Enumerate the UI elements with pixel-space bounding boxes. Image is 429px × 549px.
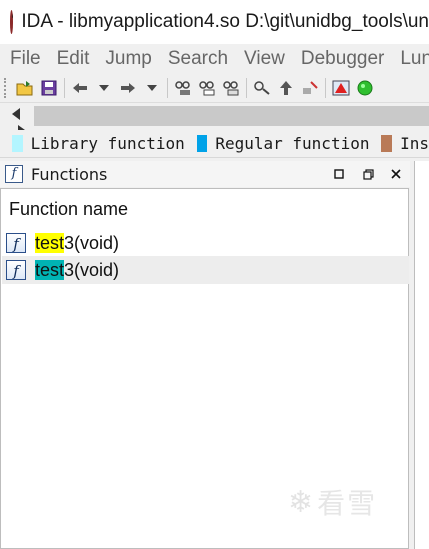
toolbar-separator <box>64 78 65 98</box>
legend-bar: Library function Regular function Ins <box>0 130 429 158</box>
toolbar-separator <box>167 78 168 98</box>
legend-swatch-library <box>12 135 23 152</box>
toolbar-separator <box>325 78 326 98</box>
menu-search[interactable]: Search <box>168 48 228 70</box>
up-icon[interactable] <box>277 79 295 97</box>
function-name: test3(void) <box>35 232 120 254</box>
open-icon[interactable] <box>16 79 34 97</box>
ida-logo-icon <box>10 10 14 34</box>
watermark: ❄ 看雪 <box>288 482 377 522</box>
function-row-selected[interactable]: f test3(void) <box>2 256 409 284</box>
text-search-icon[interactable] <box>198 79 216 97</box>
navigation-strip[interactable] <box>34 106 429 126</box>
function-row[interactable]: f test3(void) <box>2 229 409 257</box>
snowflake-icon: ❄ <box>288 485 314 519</box>
disassembly-view[interactable] <box>414 161 429 549</box>
title-bar: IDA - libmyapplication4.so D:\git\unidbg… <box>0 0 429 44</box>
function-icon: f <box>5 165 23 183</box>
search-highlight: test <box>35 232 65 253</box>
function-name-rest: 3(void) <box>64 232 120 253</box>
legend-label-library: Library function <box>30 134 185 153</box>
menu-file[interactable]: File <box>10 48 41 70</box>
dropdown-icon[interactable] <box>95 79 113 97</box>
legend-label-regular: Regular function <box>215 134 370 153</box>
restore-icon[interactable] <box>360 166 376 182</box>
run-icon[interactable] <box>356 79 374 97</box>
watermark-text: 看雪 <box>317 487 378 520</box>
menu-bar: File Edit Jump Search View Debugger Lun <box>0 44 429 74</box>
legend-swatch-regular <box>196 135 208 152</box>
panel-title: Functions <box>31 164 108 184</box>
dropdown-icon[interactable] <box>143 79 161 97</box>
search-highlight: test <box>35 259 65 280</box>
menu-edit[interactable]: Edit <box>57 48 90 70</box>
function-name-rest: 3(void) <box>64 259 120 280</box>
menu-debugger[interactable]: Debugger <box>301 48 384 70</box>
menu-lumina[interactable]: Lun <box>400 48 429 70</box>
legend-label-instruction: Ins <box>400 134 429 153</box>
maximize-icon[interactable] <box>331 166 347 182</box>
column-header-function-name[interactable]: Function name <box>9 199 128 220</box>
close-icon[interactable] <box>388 166 404 182</box>
menu-jump[interactable]: Jump <box>105 48 151 70</box>
forward-icon[interactable] <box>119 79 137 97</box>
functions-panel-header: f Functions <box>0 161 410 187</box>
warning-icon[interactable] <box>332 79 350 97</box>
navigation-band <box>0 103 429 135</box>
legend-swatch-instruction <box>381 135 393 152</box>
graph-icon[interactable] <box>301 79 319 97</box>
window-title: IDA - libmyapplication4.so D:\git\unidbg… <box>21 11 429 32</box>
save-icon[interactable] <box>40 79 58 97</box>
back-icon[interactable] <box>71 79 89 97</box>
function-icon: f <box>6 233 26 253</box>
menu-view[interactable]: View <box>244 48 285 70</box>
function-name: test3(void) <box>35 259 120 281</box>
binary-search-icon[interactable] <box>174 79 192 97</box>
function-icon: f <box>6 260 26 280</box>
nav-left-arrow-icon[interactable] <box>12 108 20 120</box>
toolbar <box>0 74 429 103</box>
toolbar-grip[interactable] <box>4 78 9 98</box>
jump-icon[interactable] <box>253 79 271 97</box>
immediate-search-icon[interactable] <box>222 79 240 97</box>
toolbar-separator <box>246 78 247 98</box>
